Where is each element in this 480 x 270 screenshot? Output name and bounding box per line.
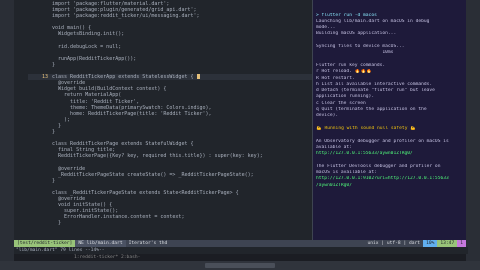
right-window-edge (466, 0, 480, 270)
code-text: } (52, 220, 62, 227)
vim-status-line: [test/reddit-ticker] NE lib/main.dart It… (14, 240, 466, 247)
code-line[interactable] (28, 226, 312, 232)
code-text: import 'package:flutter/material.dart'; (52, 1, 170, 7)
code-text: rid.debugLock = null; (52, 43, 122, 50)
code-text: theme: ThemeData(primarySwatch: Colors.i… (52, 104, 212, 111)
terminal-line: An Observatory debugger and profiler on … (316, 138, 449, 144)
code-text: title: 'Reddit Ticker', (52, 98, 140, 105)
code-text: } (52, 128, 56, 135)
terminal-line: /aywn01ZTRg0/ (316, 182, 352, 188)
code-text: WidgetsBinding.init(); (52, 31, 125, 38)
code-text: } (52, 61, 56, 68)
status-encoding: unix | utf-8 | dart (367, 241, 421, 246)
code-text: class RedditTickerPage extends StatefulW… (52, 141, 194, 148)
code-text: return MaterialApp( (52, 92, 122, 99)
code-text: home: RedditTickerPage(title: 'Reddit Ti… (52, 110, 212, 117)
taskbar-active-window[interactable] (205, 263, 275, 268)
code-text: ErrorHandler.instance.content = context; (52, 214, 185, 221)
text-cursor (196, 74, 200, 80)
status-fill (170, 240, 364, 247)
status-tag: Iterator's thd (128, 241, 168, 246)
code-editor-pane[interactable]: import 'package:flutter/material.dart'; i… (14, 0, 312, 240)
code-text: @override (52, 80, 86, 87)
left-window-edge (0, 0, 14, 270)
code-text: @override (52, 165, 86, 172)
command-line[interactable]: "lib/main.dart" 79 lines --14%-- (14, 247, 468, 254)
code-text: import 'package:reddit_ticker/ui/messagi… (52, 13, 200, 20)
code-text: void main() { (52, 25, 92, 32)
code-text: final String title; (52, 147, 116, 154)
code-text: super.initState(); (52, 208, 119, 215)
code-text: @override (52, 196, 86, 202)
tmux-tab-line[interactable]: 1:reddit-ticker* 2:bash- (14, 254, 466, 261)
status-percent: 10% (423, 240, 438, 247)
terminal-output: > flutter run -d macos Launching lib/main… (313, 0, 466, 189)
code-text: RedditTickerPage({Key? key, required thi… (52, 153, 263, 160)
code-text: runApp(RedditTickerApp()); (52, 55, 137, 62)
code-text: import 'package:plugin/generated/grid_ap… (52, 7, 197, 14)
status-file: NE lib/main.dart (75, 240, 126, 247)
status-mode: [test/reddit-ticker] (14, 240, 76, 247)
editor-lines: import 'package:flutter/material.dart'; i… (28, 1, 312, 233)
status-position: 13:47 (437, 240, 458, 247)
screen: import 'package:flutter/material.dart'; i… (0, 0, 480, 270)
code-text: _RedditTickerPageState createState() => … (52, 171, 254, 178)
code-text: class _RedditTickerPageState extends Sta… (52, 189, 239, 196)
taskbar (0, 261, 480, 270)
code-text: class RedditTickerApp extends StatelessW… (52, 74, 194, 81)
code-text: } (52, 122, 62, 129)
terminal-line: http://127.0.0.1:9102?uri=http://127.0.0… (316, 176, 449, 182)
status-term: 1 (457, 240, 466, 247)
code-text: void initState() { (52, 202, 113, 209)
code-text: } (52, 177, 56, 184)
code-text: Widget build(BuildContext context) { (52, 86, 167, 93)
terminal-pane[interactable]: > flutter run -d macos Launching lib/main… (313, 0, 466, 240)
code-text: ); (52, 116, 71, 123)
